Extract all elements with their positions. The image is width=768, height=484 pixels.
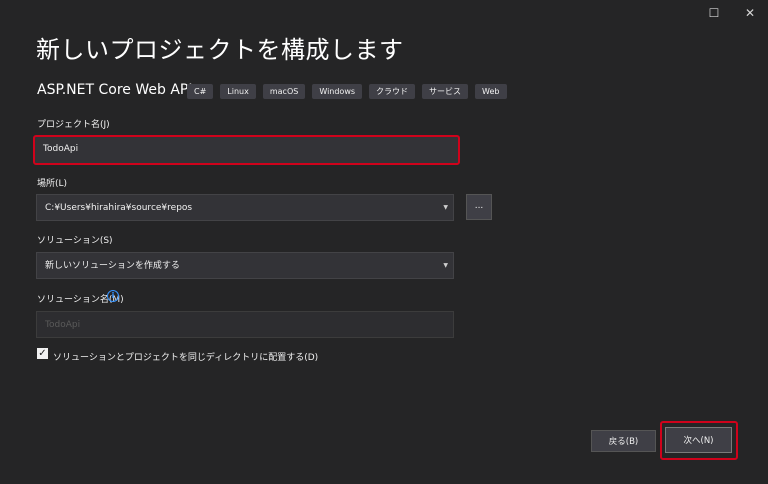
solution-value: 新しいソリューションを作成する [45,261,180,271]
chevron-down-icon: ▼ [443,262,448,269]
solution-name-input: TodoApi [36,311,454,338]
browse-button[interactable]: ... [466,194,492,220]
template-name: ASP.NET Core Web API [37,82,193,98]
close-icon: ✕ [744,6,756,20]
project-name-input[interactable]: TodoApi [33,135,460,165]
page-title: 新しいプロジェクトを構成します [36,36,404,64]
location-combobox[interactable]: C:¥Users¥hirahira¥source¥repos ▼ [36,194,454,221]
tag-windows: Windows [312,84,363,99]
same-directory-checkbox[interactable]: ✓ [37,348,48,359]
close-button[interactable]: ✕ [739,4,761,22]
solution-label: ソリューション(S) [37,236,113,246]
same-directory-label[interactable]: ソリューションとプロジェクトを同じディレクトリに配置する(D) [53,350,318,363]
tag-cloud: クラウド [369,84,416,99]
tag-linux: Linux [220,84,256,99]
tag-csharp: C# [187,84,214,99]
project-name-label: プロジェクト名(J) [37,120,110,130]
location-value: C:¥Users¥hirahira¥source¥repos [45,203,193,213]
tag-service: サービス [422,84,469,99]
maximize-button[interactable]: ☐ [703,4,725,22]
tag-web: Web [475,84,507,99]
next-button[interactable]: 次へ(N) [665,427,732,453]
tag-macos: macOS [262,84,306,99]
back-button[interactable]: 戻る(B) [591,430,656,452]
info-icon[interactable]: i [107,290,119,302]
template-tags: C# Linux macOS Windows クラウド サービス Web [187,84,507,99]
solution-select[interactable]: 新しいソリューションを作成する ▼ [36,252,454,279]
chevron-down-icon: ▼ [443,204,448,211]
maximize-icon: ☐ [708,6,720,20]
location-label: 場所(L) [37,179,68,189]
